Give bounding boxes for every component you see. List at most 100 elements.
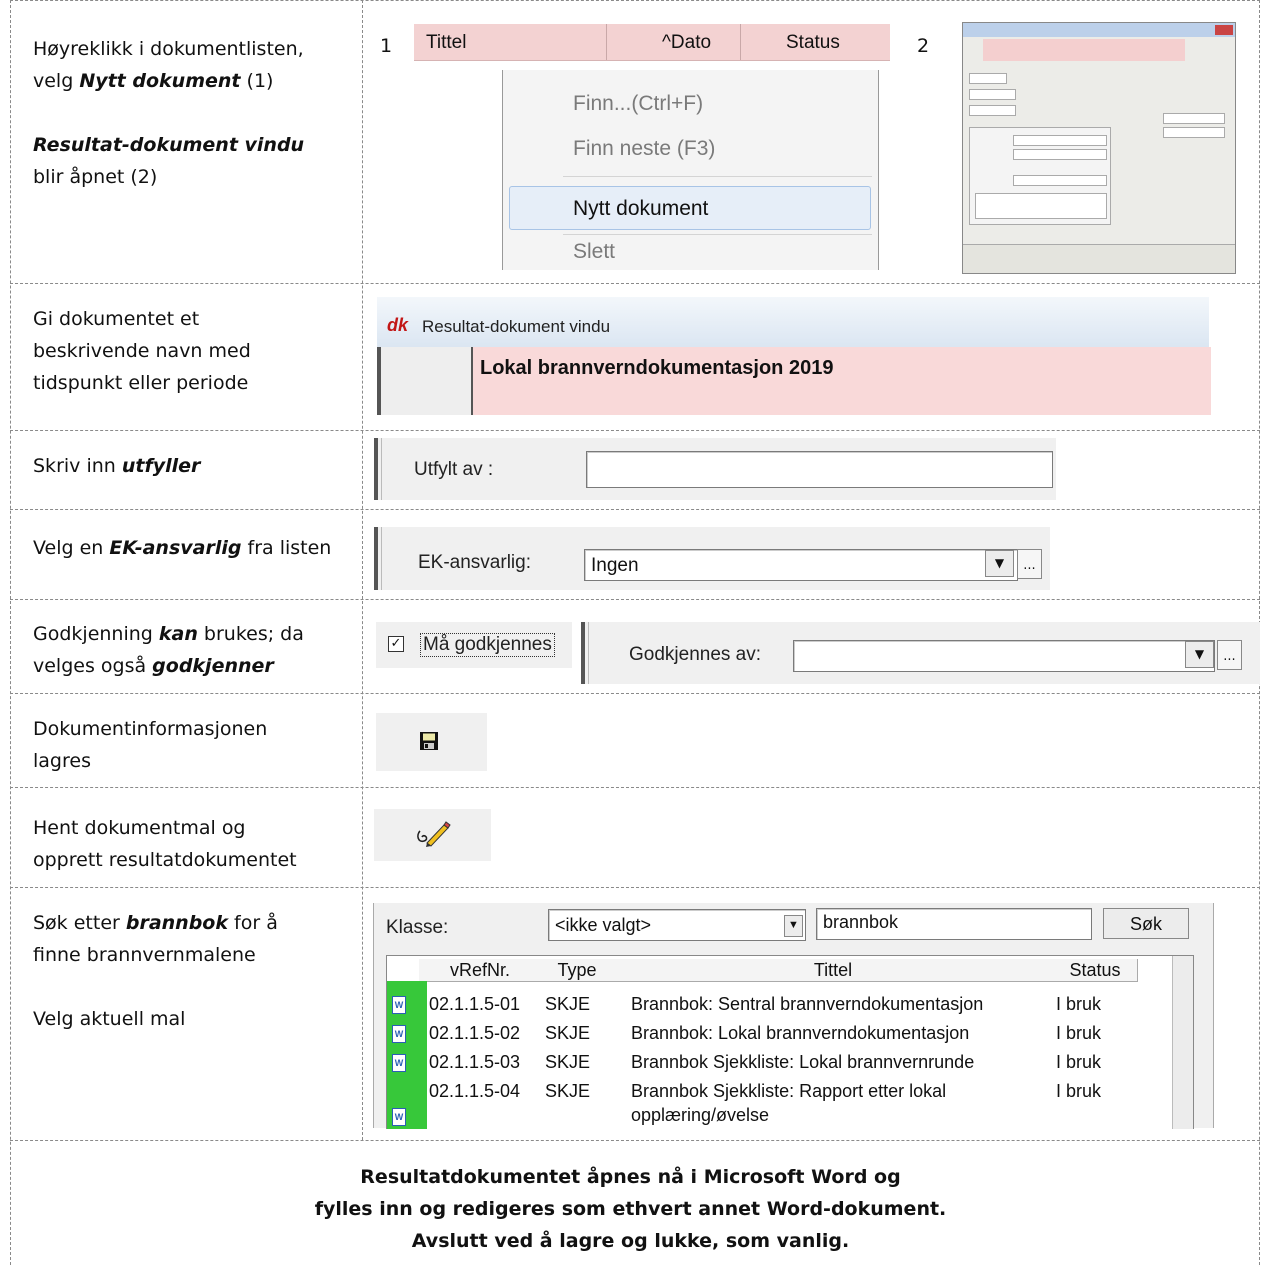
word-document-icon: W [389, 1023, 409, 1045]
instruction-line: Høyreklikk i dokumentlisten, [33, 38, 304, 60]
word-document-icon: W [389, 1106, 409, 1128]
document-title-field[interactable]: Lokal brannverndokumentasjon 2019 [471, 347, 1211, 415]
result-title[interactable]: Brannbok Sjekkliste: Rapport etter lokal [631, 1081, 946, 1102]
approver-dropdown-button[interactable]: ▼ [1185, 641, 1214, 668]
result-title[interactable]: Brannbok Sjekkliste: Lokal brannvernrund… [631, 1052, 974, 1073]
thumbnail-field [1163, 113, 1225, 124]
result-window-thumbnail [962, 22, 1236, 274]
ek-responsible-label: EK-ansvarlig: [418, 552, 531, 573]
result-ref[interactable]: 02.1.1.5-03 [429, 1052, 520, 1073]
thumbnail-field [1163, 127, 1225, 138]
approver-panel: Godkjennes av: ▼ ... [581, 622, 1260, 684]
instruction-line: velg Nytt dokument (1) [33, 70, 274, 92]
approval-checkbox[interactable]: ✓ [388, 636, 404, 652]
instruction-line: Søk etter brannbok for å [33, 912, 278, 934]
ek-responsible-dropdown-button[interactable]: ▼ [985, 550, 1014, 577]
panel-edge [374, 527, 378, 590]
result-ref[interactable]: 02.1.1.5-01 [429, 994, 520, 1015]
chevron-down-icon: ▼ [1194, 647, 1205, 661]
approval-checkbox-label[interactable]: Må godkjennes [420, 633, 555, 657]
step-2-instruction: Gi dokumentet et beskrivende navn med ti… [33, 303, 251, 399]
ek-responsible-select[interactable]: Ingen [584, 549, 1018, 581]
emphasis: EK-ansvarlig [109, 537, 242, 559]
step-1-instruction: Høyreklikk i dokumentlisten, velg Nytt d… [33, 33, 304, 193]
document-list-header: Tittel ^Dato Status [414, 24, 890, 61]
instruction-line: beskrivende navn med [33, 340, 251, 362]
class-label: Klasse: [386, 917, 449, 938]
column-header-dato[interactable]: ^Dato [662, 32, 711, 54]
thumbnail-title-field [983, 39, 1185, 61]
column-separator [606, 24, 607, 60]
menu-item-slett[interactable]: Slett [573, 240, 615, 264]
column-header-vrefnr[interactable]: vRefNr. [419, 959, 542, 982]
result-ref[interactable]: 02.1.1.5-04 [429, 1081, 520, 1102]
search-button[interactable]: Søk [1103, 908, 1189, 939]
result-status[interactable]: I bruk [1056, 994, 1101, 1015]
approver-more-button[interactable]: ... [1217, 640, 1242, 670]
result-title[interactable]: Brannbok: Lokal brannverndokumentasjon [631, 1023, 969, 1044]
column-header-tittel[interactable]: Tittel [613, 959, 1054, 982]
ek-responsible-more-button[interactable]: ... [1017, 549, 1042, 579]
column-separator [740, 24, 741, 60]
class-dropdown-button[interactable]: ▼ [784, 915, 803, 937]
search-input[interactable]: brannbok [816, 908, 1092, 940]
panel-edge [581, 622, 585, 684]
column-header-tittel[interactable]: Tittel [426, 32, 466, 54]
save-button[interactable] [376, 713, 487, 771]
approval-checkbox-panel: ✓ Må godkjennes [376, 622, 572, 668]
row-divider [10, 787, 1260, 788]
panel-edge [381, 438, 382, 500]
result-status[interactable]: I bruk [1056, 1052, 1101, 1073]
result-type[interactable]: SKJE [545, 1081, 590, 1102]
final-note-line: fylles inn og redigeres som ethvert anne… [314, 1198, 947, 1220]
chevron-down-icon: ▼ [788, 919, 799, 931]
result-ref[interactable]: 02.1.1.5-02 [429, 1023, 520, 1044]
row-divider [10, 887, 1260, 888]
instruction-line: Dokumentinformasjonen [33, 718, 268, 740]
column-header-type[interactable]: Type [541, 959, 614, 982]
final-note-line: Avslutt ved å lagre og lukke, som vanlig… [411, 1230, 850, 1252]
table-border-top [10, 0, 1260, 1]
result-status[interactable]: I bruk [1056, 1081, 1101, 1102]
results-scrollbar[interactable] [1172, 956, 1193, 1129]
word-document-icon: W [389, 1052, 409, 1074]
result-title-continued[interactable]: opplæring/øvelse [631, 1105, 769, 1126]
approver-label: Godkjennes av: [629, 644, 762, 665]
thumbnail-field [1013, 135, 1107, 146]
result-type[interactable]: SKJE [545, 994, 590, 1015]
filled-by-input[interactable] [586, 451, 1053, 488]
row-divider [10, 599, 1260, 600]
instruction-line: Godkjenning kan brukes; da [33, 623, 304, 645]
row-divider [10, 693, 1260, 694]
column-header-status[interactable]: Status [786, 32, 840, 54]
app-logo: dk [387, 315, 409, 335]
emphasis: Nytt dokument [79, 70, 241, 92]
save-icon [420, 732, 438, 750]
instruction-line: finne brannvernmalene [33, 944, 256, 966]
menu-item-finn[interactable]: Finn...(Ctrl+F) [573, 92, 703, 116]
step-5-instruction: Godkjenning kan brukes; da velges også g… [33, 618, 304, 682]
result-type[interactable]: SKJE [545, 1052, 590, 1073]
result-status[interactable]: I bruk [1056, 1023, 1101, 1044]
menu-item-finn-neste[interactable]: Finn neste (F3) [573, 137, 715, 161]
result-type[interactable]: SKJE [545, 1023, 590, 1044]
class-select[interactable]: <ikke valgt> [548, 909, 806, 941]
window-title: Resultat-dokument vindu [422, 317, 611, 336]
result-title[interactable]: Brannbok: Sentral brannverndokumentasjon [631, 994, 983, 1015]
chevron-down-icon: ▼ [994, 556, 1005, 570]
emphasis: godkjenner [152, 655, 274, 677]
emphasis: utfyller [121, 455, 201, 477]
menu-separator [563, 176, 872, 177]
step-3-instruction: Skriv inn utfyller [33, 455, 201, 477]
step-4-instruction: Velg en EK-ansvarlig fra listen [33, 537, 332, 559]
ek-responsible-panel: EK-ansvarlig: Ingen ▼ ... [374, 527, 1050, 590]
approver-select[interactable] [793, 640, 1215, 672]
emphasis: Resultat-dokument vindu [33, 134, 305, 156]
thumbnail-footer [963, 244, 1235, 273]
menu-item-nytt-dokument[interactable]: Nytt dokument [573, 197, 708, 221]
instruction-line: Velg aktuell mal [33, 1008, 186, 1030]
marker-2: 2 [917, 35, 930, 57]
column-header-status[interactable]: Status [1053, 959, 1138, 982]
create-document-button[interactable] [374, 809, 491, 861]
